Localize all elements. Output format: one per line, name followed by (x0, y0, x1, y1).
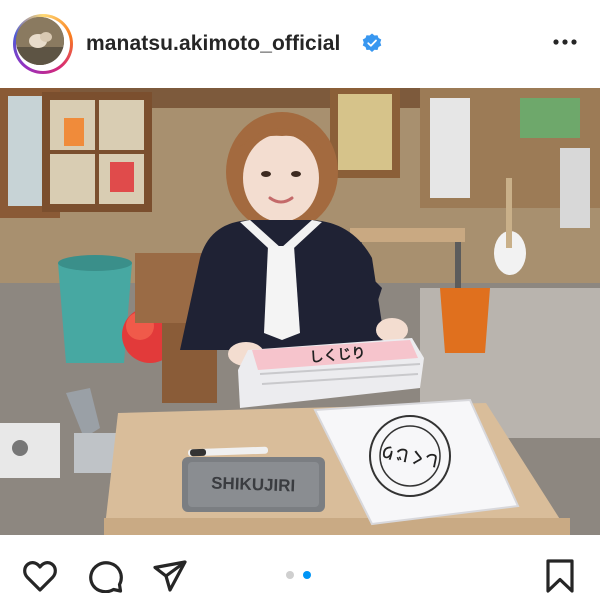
send-icon[interactable] (152, 559, 188, 593)
verified-badge-icon (362, 33, 382, 52)
more-horizontal-icon[interactable] (552, 36, 578, 48)
heart-icon[interactable] (22, 559, 58, 593)
tin-label: SHIKUJIRI (211, 474, 296, 496)
post-photo: しくじり SHIKUJIRI しくじり (0, 88, 600, 535)
comment-icon[interactable] (88, 559, 124, 593)
avatar-photo (16, 17, 64, 65)
username[interactable]: manatsu.akimoto_official (86, 32, 340, 56)
post-header: manatsu.akimoto_official (0, 0, 600, 88)
action-bar (0, 535, 600, 598)
avatar[interactable] (16, 17, 64, 65)
bookmark-icon[interactable] (544, 559, 576, 593)
carousel-dot-1[interactable] (286, 571, 294, 579)
story-ring[interactable] (13, 14, 73, 74)
post-image[interactable]: しくじり SHIKUJIRI しくじり (0, 88, 600, 535)
carousel-dot-2-active[interactable] (303, 571, 311, 579)
